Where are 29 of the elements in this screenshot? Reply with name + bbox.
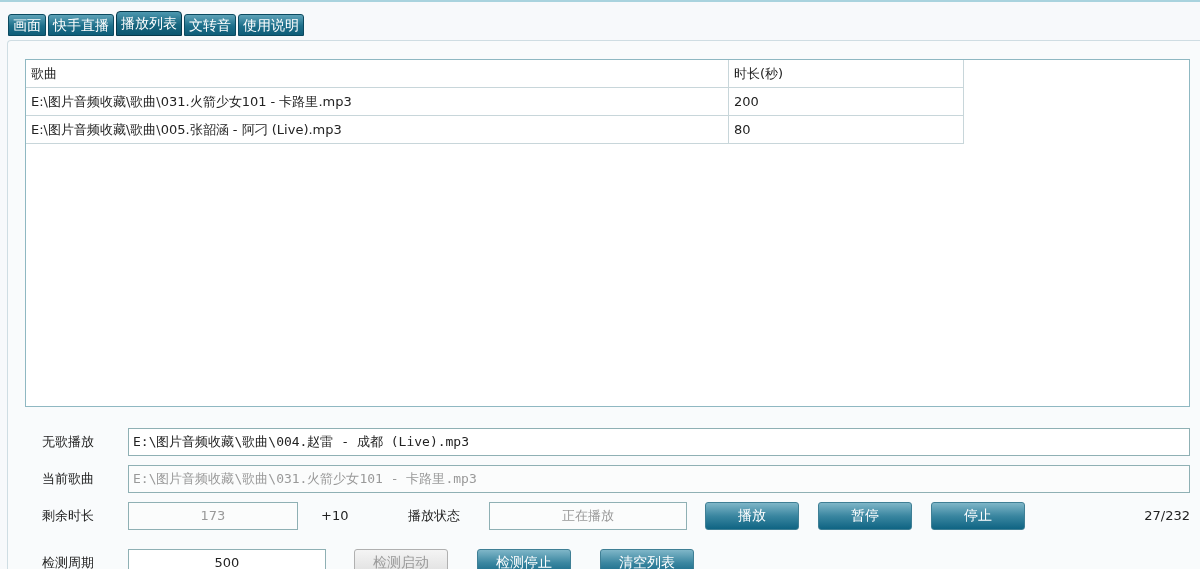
button[interactable]: 停止: [931, 501, 1026, 530]
field-label: 无歌播放: [42, 432, 95, 451]
input-field[interactable]: 500: [128, 548, 326, 569]
field-label: 剩余时长: [42, 506, 95, 525]
table-cell[interactable]: 80: [728, 115, 964, 144]
input-field: E:\图片音频收藏\歌曲\031.火箭少女101 - 卡路里.mp3: [128, 464, 1190, 493]
track-counter: 27/232: [1144, 508, 1190, 523]
button: 检测启动: [354, 548, 448, 569]
table-cell[interactable]: 200: [728, 87, 964, 116]
input-field: 正在播放: [489, 501, 688, 530]
button[interactable]: 检测停止: [477, 548, 571, 569]
table-cell[interactable]: E:\图片音频收藏\歌曲\005.张韶涵 - 阿刁 (Live).mp3: [26, 115, 729, 144]
field-label: 检测周期: [42, 553, 95, 569]
tab[interactable]: 播放列表: [116, 11, 182, 36]
button[interactable]: 清空列表: [600, 548, 694, 569]
field-label: 当前歌曲: [42, 469, 95, 488]
input-field: 173: [128, 501, 298, 530]
tab[interactable]: 画面: [8, 14, 46, 36]
increment-text: +10: [321, 508, 349, 523]
button[interactable]: 暂停: [818, 501, 913, 530]
tab[interactable]: 文转音: [184, 14, 236, 36]
column-header: 时长(秒): [728, 60, 964, 88]
table-cell[interactable]: E:\图片音频收藏\歌曲\031.火箭少女101 - 卡路里.mp3: [26, 87, 729, 116]
input-field[interactable]: E:\图片音频收藏\歌曲\004.赵雷 - 成都 (Live).mp3: [128, 427, 1190, 456]
tab[interactable]: 使用说明: [238, 14, 304, 36]
column-header: 歌曲: [26, 60, 729, 88]
field-label: 播放状态: [408, 506, 461, 525]
button[interactable]: 播放: [705, 501, 800, 530]
tab[interactable]: 快手直播: [48, 14, 114, 36]
